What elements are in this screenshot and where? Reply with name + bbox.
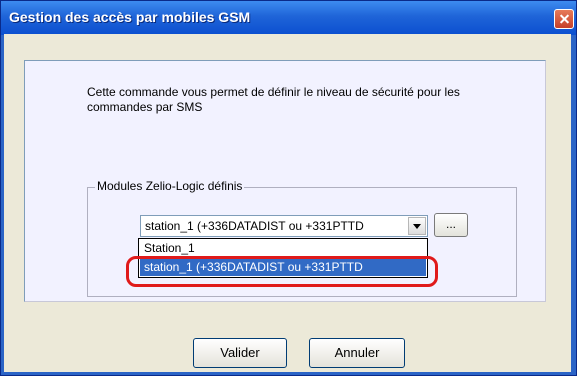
modules-group-label: Modules Zelio-Logic définis [95,179,245,193]
title-bar[interactable]: Gestion des accès par mobiles GSM [1,1,576,35]
description-text: Cette commande vous permet de définir le… [87,85,460,114]
module-select[interactable]: station_1 (+336DATADIST ou +331PTTD [140,215,428,237]
module-select-value: station_1 (+336DATADIST ou +331PTTD [145,219,364,233]
browse-button[interactable]: ... [434,213,468,237]
window-title: Gestion des accès par mobiles GSM [9,9,251,25]
cancel-button[interactable]: Annuler [309,338,405,368]
highlight-annotation [126,256,438,287]
validate-button[interactable]: Valider [193,338,287,368]
dropdown-item[interactable]: Station_1 [140,239,426,257]
close-button[interactable] [554,9,574,29]
chevron-down-icon[interactable] [408,217,426,235]
